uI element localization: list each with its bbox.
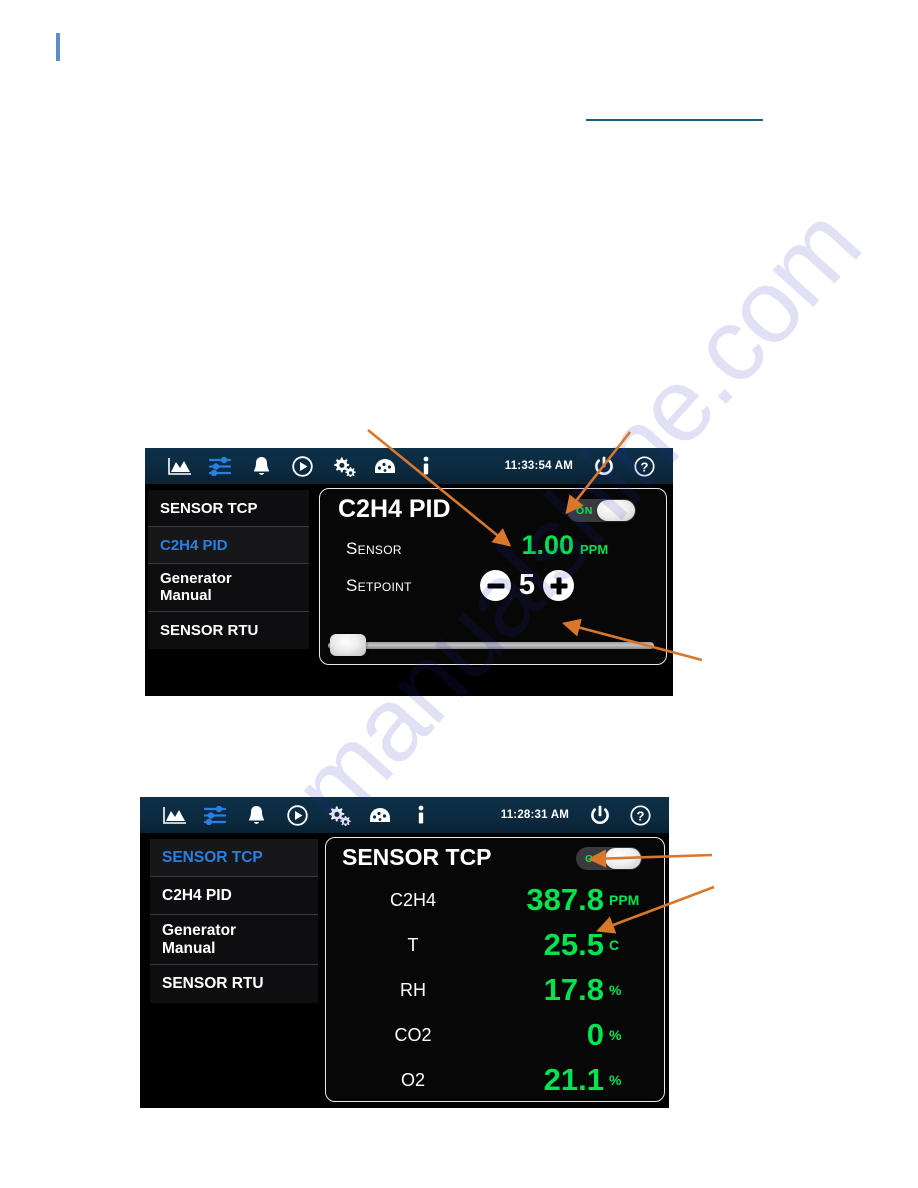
power-toggle[interactable]: ON [576,847,642,870]
sidebar-item-label: SENSOR TCP [162,848,263,866]
reading-value: 25.5 [543,927,604,962]
sidebar-item-c2h4-pid[interactable]: C2H4 PID [148,527,309,564]
toolbar: 11:28:31 AM ? [140,797,669,833]
screen-body: SENSOR TCP C2H4 PID Generator Manual SENS… [145,484,673,696]
bell-icon[interactable] [241,450,282,482]
bell-icon[interactable] [236,799,277,831]
power-icon[interactable] [589,450,619,482]
play-circle-icon[interactable] [277,799,318,831]
reading-value: 0 [586,1017,604,1052]
sidebar-item-c2h4-pid[interactable]: C2H4 PID [150,877,318,915]
page-header-rule [586,119,763,121]
sidebar-item-label: C2H4 PID [160,536,228,554]
help-icon[interactable]: ? [625,799,655,831]
sidebar-item-sensor-rtu[interactable]: SENSOR RTU [150,965,318,1003]
setpoint-value: 5 [518,569,536,601]
sidebar: SENSOR TCP C2H4 PID Generator Manual SENS… [148,490,309,649]
svg-text:?: ? [640,459,648,474]
reading-unit: C [609,937,620,953]
info-icon[interactable] [405,450,446,482]
reading-value: 21.1 [543,1062,604,1097]
clock: 11:28:31 AM [500,809,569,821]
toolbar-icon-group [154,799,441,831]
sidebar-item-label: Generator Manual [162,922,237,957]
reading-label: O2 [400,1069,425,1090]
reading-label: CO2 [394,1024,432,1045]
sidebar-item-label: Generator Manual [160,569,232,604]
clock: 11:33:54 AM [504,460,573,472]
toggle-state-label: ON [576,504,593,517]
gears-icon[interactable] [318,799,359,831]
gauge-icon[interactable] [364,450,405,482]
reading-label: Sensor [346,539,402,558]
sidebar-item-label: SENSOR RTU [160,622,259,639]
main-card: C2H4 PID ON Sensor 1.00 PPM Setpoint 5 [319,488,667,665]
sliders-icon[interactable] [200,450,241,482]
setpoint-increment-button[interactable] [543,570,574,601]
sidebar-item-sensor-rtu[interactable]: SENSOR RTU [148,612,309,649]
device-screenshot-sensor-tcp: 11:28:31 AM ? SENSOR TCP C2H4 PID Genera… [140,797,669,1108]
power-toggle[interactable]: ON [567,499,636,522]
device-screenshot-c2h4-pid: 11:33:54 AM ? SENSOR TCP C2H4 PID Genera… [145,448,673,696]
power-icon[interactable] [585,799,615,831]
reading-row-t: T 25.5 C [338,924,654,966]
setpoint-row: Setpoint 5 [334,569,654,602]
sliders-icon[interactable] [195,799,236,831]
screen-body: SENSOR TCP C2H4 PID Generator Manual SENS… [140,833,669,1108]
chart-icon[interactable] [154,799,195,831]
sidebar-item-label: SENSOR TCP [160,499,258,517]
sidebar-item-generator-manual[interactable]: Generator Manual [150,915,318,965]
card-header: SENSOR TCP ON [338,844,654,871]
reading-label: C2H4 [389,889,437,910]
setpoint-decrement-button[interactable] [480,570,511,601]
setpoint-controls: 5 [480,569,574,602]
sidebar-item-sensor-tcp[interactable]: SENSOR TCP [150,839,318,877]
reading-unit: % [609,982,622,998]
toggle-knob[interactable] [605,848,641,869]
card-title: C2H4 PID [338,495,451,523]
gears-icon[interactable] [323,450,364,482]
gauge-icon[interactable] [359,799,400,831]
reading-value: 387.8 [526,882,604,917]
info-icon[interactable] [400,799,441,831]
slider-track[interactable] [328,642,654,649]
play-circle-icon[interactable] [282,450,323,482]
help-icon[interactable]: ? [629,450,659,482]
readings-list: C2H4 387.8 PPM T 25.5 C RH 17.8 % CO2 0 [338,879,654,1101]
toolbar-right-group: ? [589,450,659,482]
sidebar-item-label: SENSOR RTU [162,975,264,992]
reading-unit: % [609,1027,622,1043]
setpoint-slider[interactable] [328,634,654,656]
slider-knob[interactable] [330,634,366,656]
reading-label: RH [400,979,426,1000]
sidebar-item-generator-manual[interactable]: Generator Manual [148,564,309,612]
reading-row-c2h4: C2H4 387.8 PPM [338,879,654,921]
reading-value: 1.00 [521,530,574,560]
toolbar: 11:33:54 AM ? [145,448,673,484]
card-title: SENSOR TCP [342,844,492,870]
page-side-mark [56,33,60,61]
sidebar: SENSOR TCP C2H4 PID Generator Manual SENS… [150,839,318,1003]
reading-row-co2: CO2 0 % [338,1014,654,1056]
main-card: SENSOR TCP ON C2H4 387.8 PPM T 25.5 C RH… [325,837,665,1102]
svg-text:?: ? [636,808,644,823]
sidebar-item-label: C2H4 PID [162,886,232,904]
reading-row-o2: O2 21.1 % [338,1059,654,1101]
reading-unit: % [609,1072,622,1088]
sidebar-item-sensor-tcp[interactable]: SENSOR TCP [148,490,309,527]
reading-unit: PPM [609,892,640,908]
chart-icon[interactable] [159,450,200,482]
toolbar-icon-group [159,450,446,482]
reading-row-rh: RH 17.8 % [338,969,654,1011]
reading-unit: PPM [580,542,609,557]
reading-label: T [407,934,419,955]
toggle-state-label: ON [585,852,602,865]
reading-row-sensor: Sensor 1.00 PPM [334,530,654,561]
reading-value: 17.8 [543,972,604,1007]
toggle-knob[interactable] [597,500,635,521]
toolbar-right-group: ? [585,799,655,831]
setpoint-label: Setpoint [346,575,412,595]
card-header: C2H4 PID ON [334,495,654,524]
